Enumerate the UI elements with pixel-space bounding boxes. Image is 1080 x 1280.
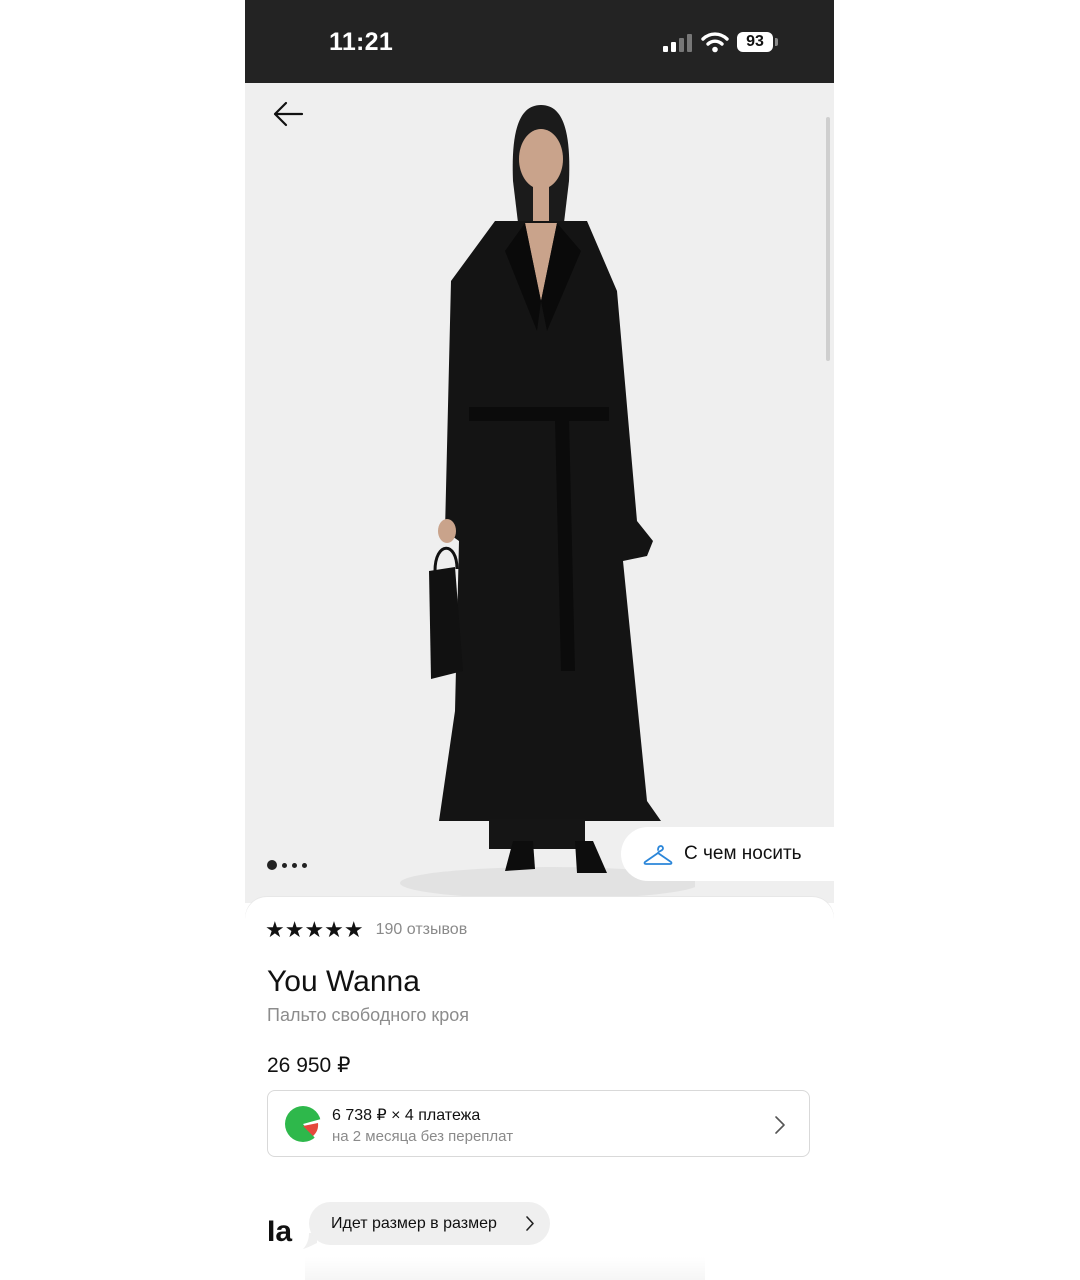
what-to-wear-button[interactable]: С чем носить	[621, 827, 834, 881]
product-info-sheet: ★★★★★ 190 отзывов You Wanna Пальто свобо…	[245, 897, 834, 1280]
phone-screen: 11:21 93 С чем носить ★★★★★ 190 отзывов …	[245, 0, 834, 1280]
rating-stars: ★★★★★	[265, 917, 364, 942]
battery-tip	[775, 38, 778, 46]
chevron-right-icon	[526, 1216, 534, 1231]
chevron-right-icon	[775, 1116, 785, 1134]
battery-indicator: 93	[737, 32, 773, 52]
product-gallery[interactable]: С чем носить	[245, 83, 834, 903]
installment-terms: на 2 месяца без переплат	[332, 1128, 514, 1145]
pager-dot[interactable]	[282, 862, 287, 868]
status-bar: 11:21 93	[245, 0, 834, 83]
reviews-count[interactable]: 190 отзывов	[376, 921, 468, 939]
pager-dot[interactable]	[292, 862, 297, 868]
gallery-pager[interactable]	[267, 859, 307, 871]
back-arrow-icon[interactable]	[271, 100, 305, 128]
pager-dot[interactable]	[302, 862, 307, 868]
size-section-title: Ia	[267, 1215, 293, 1248]
status-time: 11:21	[329, 28, 394, 56]
product-subtitle: Пальто свободного кроя	[267, 1005, 470, 1025]
product-photo	[400, 105, 695, 899]
installment-logo-icon	[285, 1106, 322, 1142]
size-fit-hint-label: Идет размер в размер	[331, 1214, 497, 1232]
installment-amount: 6 738 ₽ × 4 платежа	[332, 1107, 481, 1124]
size-fit-hint[interactable]: Идет размер в размер	[309, 1202, 550, 1245]
pager-dot-active[interactable]	[267, 860, 277, 870]
rating-row[interactable]: ★★★★★ 190 отзывов	[265, 919, 467, 941]
product-price: 26 950 ₽	[267, 1054, 351, 1077]
hanger-icon	[643, 845, 673, 865]
what-to-wear-label: С чем носить	[684, 843, 802, 864]
signal-icon	[663, 34, 692, 52]
gallery-scrollbar[interactable]	[826, 117, 830, 361]
wifi-icon	[701, 32, 729, 53]
content-fade	[305, 1257, 705, 1280]
installment-offer[interactable]: 6 738 ₽ × 4 платежа на 2 месяца без пере…	[267, 1090, 810, 1157]
brand-name[interactable]: You Wanna	[267, 965, 420, 999]
